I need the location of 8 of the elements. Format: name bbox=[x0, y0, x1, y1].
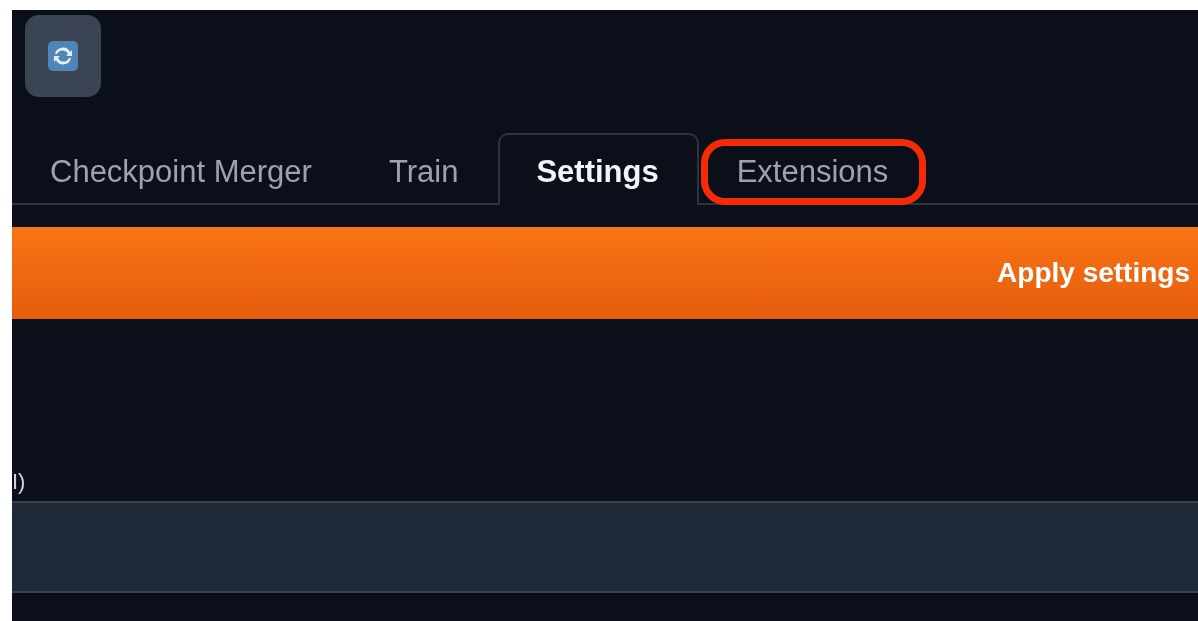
tab[interactable]: Settings bbox=[498, 133, 699, 205]
refresh-button[interactable] bbox=[25, 15, 101, 97]
tab[interactable]: Extensions bbox=[698, 133, 929, 205]
field-label: I) bbox=[12, 469, 26, 495]
tab[interactable]: Train bbox=[350, 133, 499, 205]
input-field[interactable] bbox=[12, 501, 1198, 593]
refresh-icon bbox=[48, 41, 78, 71]
tab[interactable]: Checkpoint Merger bbox=[12, 133, 351, 205]
